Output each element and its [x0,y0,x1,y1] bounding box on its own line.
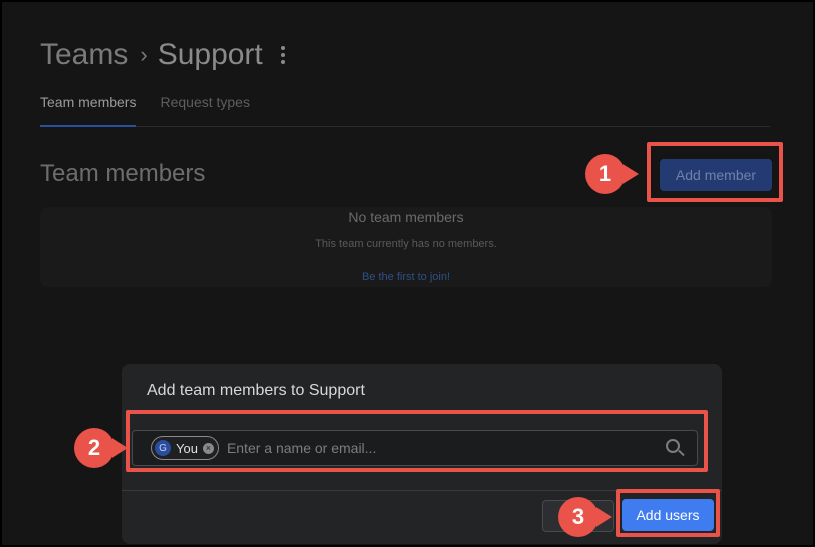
selected-user-chip: G You × [151,436,219,460]
user-picker-field[interactable]: G You × [132,430,698,466]
callout-badge-1: 1 [585,154,639,194]
add-users-button[interactable]: Add users [622,499,714,531]
empty-state-title: No team members [348,209,464,225]
empty-state-card: No team members This team currently has … [40,207,772,287]
tab-bar: Team members Request types [40,94,770,127]
remove-chip-icon[interactable]: × [202,442,214,454]
tab-request-types[interactable]: Request types [160,94,250,127]
add-members-dialog: Add team members to Support G You × 2 3 … [74,364,722,544]
callout-badge-2: 2 [74,428,128,468]
callout-badge-3: 3 [558,497,612,537]
chip-label: You [176,440,198,456]
page-title: Support [157,38,263,71]
empty-state-description: This team currently has no members. [315,238,497,250]
user-search-input[interactable] [226,440,665,456]
breadcrumb-teams-link[interactable]: Teams [40,38,128,72]
team-page-background: Teams › Support Team members Request typ… [2,2,813,545]
join-team-link[interactable]: Be the first to join! [40,271,772,283]
dialog-title: Add team members to Support [147,382,365,399]
section-title: Team members [40,160,206,187]
breadcrumb-separator: › [140,42,148,67]
avatar: G [155,440,171,456]
add-member-button[interactable]: Add member [660,159,772,191]
tab-team-members[interactable]: Team members [40,94,137,127]
breadcrumb: Teams › Support [40,38,285,72]
screenshot-frame: Teams › Support Team members Request typ… [0,0,815,547]
more-options-icon[interactable] [280,46,285,64]
search-icon [665,438,685,458]
